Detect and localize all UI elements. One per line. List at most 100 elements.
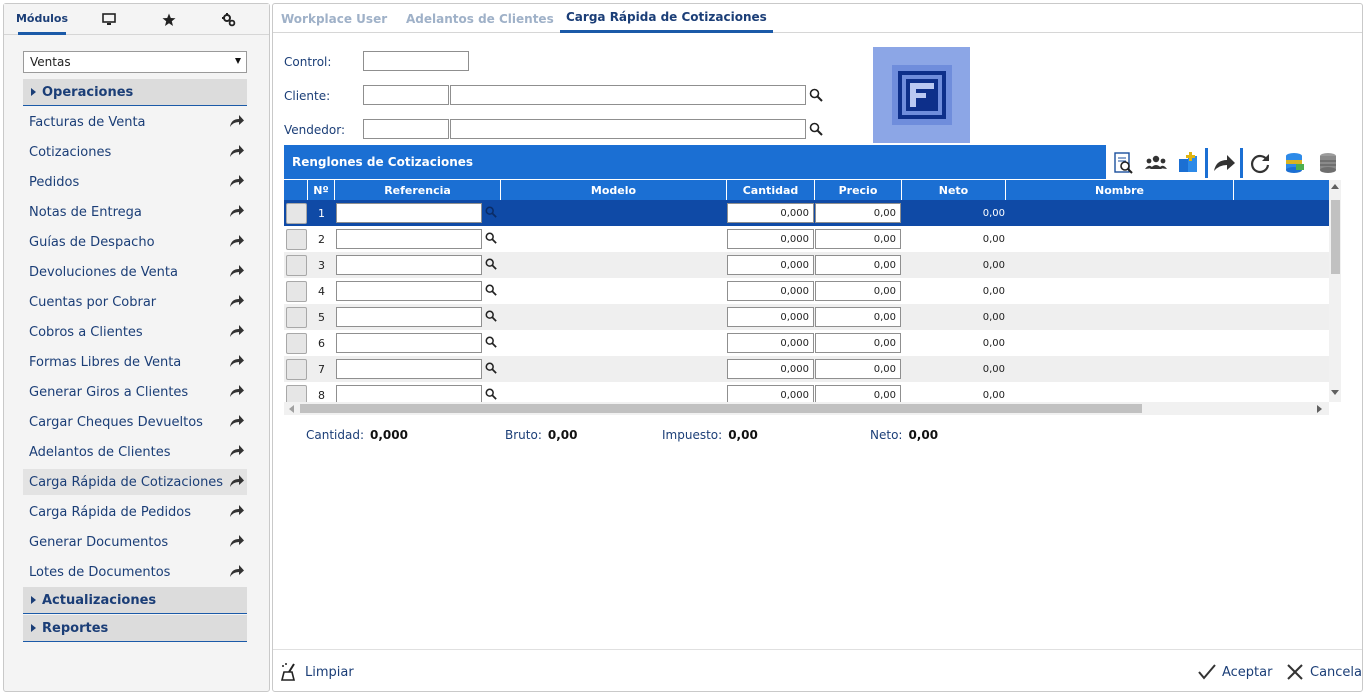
vendedor-code-input[interactable] bbox=[363, 119, 449, 139]
referencia-search-icon[interactable] bbox=[485, 232, 497, 247]
precio-input[interactable]: 0,00 bbox=[815, 333, 901, 353]
add-items-icon[interactable] bbox=[1176, 151, 1200, 175]
row-selector[interactable] bbox=[286, 203, 307, 224]
referencia-input[interactable] bbox=[336, 307, 482, 327]
desktop-icon[interactable] bbox=[94, 4, 124, 35]
precio-input[interactable]: 0,00 bbox=[815, 281, 901, 301]
header-referencia[interactable]: Referencia bbox=[335, 180, 501, 200]
row-selector[interactable] bbox=[286, 333, 307, 354]
cancelar-button[interactable]: Cancelar bbox=[1285, 660, 1362, 684]
cantidad-input[interactable]: 0,000 bbox=[727, 359, 814, 379]
row-selector[interactable] bbox=[286, 359, 307, 380]
scroll-right-icon[interactable] bbox=[1317, 405, 1322, 413]
header-precio[interactable]: Precio bbox=[815, 180, 902, 200]
scroll-down-icon[interactable] bbox=[1331, 390, 1339, 395]
table-row[interactable]: 2 0,000 0,00 0,00 bbox=[284, 226, 1329, 252]
row-selector[interactable] bbox=[286, 281, 307, 302]
sidebar-item[interactable]: Notas de Entrega bbox=[23, 199, 247, 225]
forward-arrow-icon[interactable] bbox=[229, 504, 245, 522]
row-selector[interactable] bbox=[286, 385, 307, 402]
referencia-search-icon[interactable] bbox=[485, 362, 497, 377]
precio-input[interactable]: 0,00 bbox=[815, 203, 901, 223]
gears-icon[interactable] bbox=[214, 4, 244, 35]
table-row[interactable]: 4 0,000 0,00 0,00 bbox=[284, 278, 1329, 304]
referencia-input[interactable] bbox=[336, 385, 482, 402]
tab-adelantos-clientes[interactable]: Adelantos de Clientes bbox=[400, 4, 560, 33]
limpiar-button[interactable]: Limpiar bbox=[280, 660, 354, 684]
tab-modules[interactable]: Módulos bbox=[16, 4, 68, 35]
forward-arrow-icon[interactable] bbox=[229, 474, 245, 492]
cliente-code-input[interactable] bbox=[363, 85, 449, 105]
table-row[interactable]: 8 0,000 0,00 0,00 bbox=[284, 382, 1329, 402]
cantidad-input[interactable]: 0,000 bbox=[727, 385, 814, 402]
database-green-icon[interactable] bbox=[1282, 151, 1306, 175]
forward-arrow-icon[interactable] bbox=[229, 204, 245, 222]
row-selector[interactable] bbox=[286, 255, 307, 276]
forward-arrow-icon[interactable] bbox=[229, 384, 245, 402]
table-row[interactable]: 7 0,000 0,00 0,00 bbox=[284, 356, 1329, 382]
referencia-input[interactable] bbox=[336, 229, 482, 249]
tab-workplace-user[interactable]: Workplace User bbox=[275, 4, 393, 33]
sidebar-item[interactable]: Guías de Despacho bbox=[23, 229, 247, 255]
cantidad-input[interactable]: 0,000 bbox=[727, 229, 814, 249]
vendedor-search-icon[interactable] bbox=[809, 122, 823, 136]
table-row[interactable]: 5 0,000 0,00 0,00 bbox=[284, 304, 1329, 330]
precio-input[interactable]: 0,00 bbox=[815, 307, 901, 327]
referencia-input[interactable] bbox=[336, 359, 482, 379]
sidebar-item[interactable]: Carga Rápida de Pedidos bbox=[23, 499, 247, 525]
forward-icon[interactable] bbox=[1212, 151, 1236, 175]
table-row[interactable]: 1 0,000 0,00 0,00 bbox=[284, 200, 1329, 226]
sidebar-item[interactable]: Cargar Cheques Devueltos bbox=[23, 409, 247, 435]
sidebar-item[interactable]: Pedidos bbox=[23, 169, 247, 195]
referencia-search-icon[interactable] bbox=[485, 310, 497, 325]
section-actualizaciones[interactable]: Actualizaciones bbox=[23, 587, 247, 614]
section-operaciones[interactable]: Operaciones bbox=[23, 79, 247, 106]
document-search-icon[interactable] bbox=[1111, 151, 1135, 175]
row-selector[interactable] bbox=[286, 229, 307, 250]
cantidad-input[interactable]: 0,000 bbox=[727, 281, 814, 301]
sidebar-item[interactable]: Cotizaciones bbox=[23, 139, 247, 165]
precio-input[interactable]: 0,00 bbox=[815, 385, 901, 402]
referencia-search-icon[interactable] bbox=[485, 206, 497, 221]
cantidad-input[interactable]: 0,000 bbox=[727, 255, 814, 275]
header-numero[interactable]: Nº bbox=[308, 180, 335, 200]
cliente-search-icon[interactable] bbox=[809, 88, 823, 102]
horizontal-scrollbar[interactable] bbox=[284, 402, 1329, 415]
scroll-left-icon[interactable] bbox=[289, 405, 294, 413]
cantidad-input[interactable]: 0,000 bbox=[727, 203, 814, 223]
precio-input[interactable]: 0,00 bbox=[815, 359, 901, 379]
forward-arrow-icon[interactable] bbox=[229, 534, 245, 552]
header-nombre[interactable]: Nombre bbox=[1006, 180, 1234, 200]
cantidad-input[interactable]: 0,000 bbox=[727, 333, 814, 353]
scroll-thumb[interactable] bbox=[1331, 200, 1340, 274]
users-icon[interactable] bbox=[1144, 151, 1168, 175]
vendedor-name-input[interactable] bbox=[450, 119, 806, 139]
sidebar-item[interactable]: Generar Documentos bbox=[23, 529, 247, 555]
forward-arrow-icon[interactable] bbox=[229, 294, 245, 312]
forward-arrow-icon[interactable] bbox=[229, 324, 245, 342]
precio-input[interactable]: 0,00 bbox=[815, 255, 901, 275]
header-modelo[interactable]: Modelo bbox=[501, 180, 727, 200]
forward-arrow-icon[interactable] bbox=[229, 234, 245, 252]
forward-arrow-icon[interactable] bbox=[229, 144, 245, 162]
cantidad-input[interactable]: 0,000 bbox=[727, 307, 814, 327]
table-row[interactable]: 3 0,000 0,00 0,00 bbox=[284, 252, 1329, 278]
table-row[interactable]: 6 0,000 0,00 0,00 bbox=[284, 330, 1329, 356]
sidebar-item[interactable]: Cobros a Clientes bbox=[23, 319, 247, 345]
referencia-search-icon[interactable] bbox=[485, 258, 497, 273]
control-input[interactable] bbox=[363, 51, 469, 71]
sidebar-item[interactable]: Lotes de Documentos bbox=[23, 559, 247, 585]
forward-arrow-icon[interactable] bbox=[229, 354, 245, 372]
forward-arrow-icon[interactable] bbox=[229, 564, 245, 582]
sidebar-item[interactable]: Generar Giros a Clientes bbox=[23, 379, 247, 405]
sidebar-item[interactable]: Carga Rápida de Cotizaciones bbox=[23, 469, 247, 495]
precio-input[interactable]: 0,00 bbox=[815, 229, 901, 249]
sidebar-item[interactable]: Facturas de Venta bbox=[23, 109, 247, 135]
scroll-up-icon[interactable] bbox=[1331, 184, 1339, 189]
scroll-thumb[interactable] bbox=[300, 404, 1142, 413]
referencia-search-icon[interactable] bbox=[485, 336, 497, 351]
forward-arrow-icon[interactable] bbox=[229, 114, 245, 132]
sidebar-item[interactable]: Devoluciones de Venta bbox=[23, 259, 247, 285]
referencia-input[interactable] bbox=[336, 203, 482, 223]
forward-arrow-icon[interactable] bbox=[229, 414, 245, 432]
